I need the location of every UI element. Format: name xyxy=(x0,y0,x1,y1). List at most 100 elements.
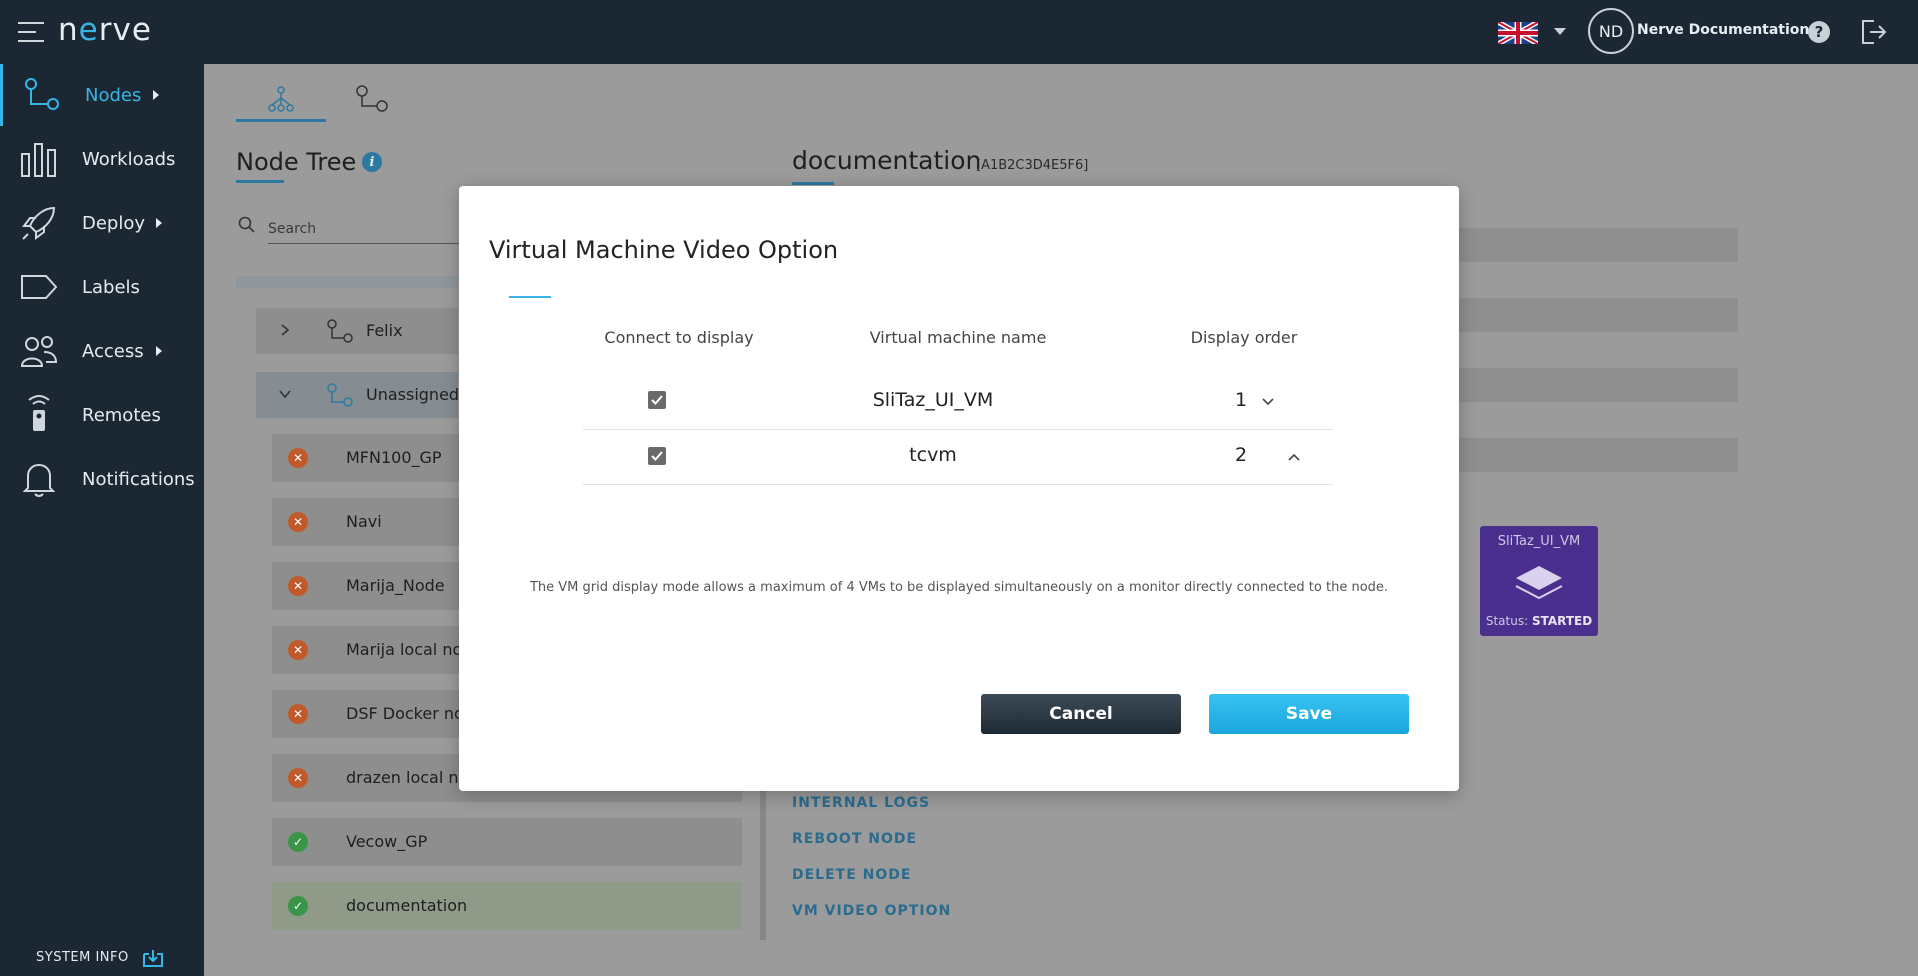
access-icon xyxy=(20,336,58,367)
error-status-icon: ✕ xyxy=(288,768,308,788)
sidebar-item-label: Notifications xyxy=(82,468,195,490)
connect-checkbox[interactable] xyxy=(648,447,666,465)
help-icon[interactable]: ? xyxy=(1808,21,1830,43)
tree-item-label: Unassigned xyxy=(366,385,460,404)
page-title: Node Tree xyxy=(236,148,357,176)
search-input[interactable] xyxy=(268,214,468,244)
chevron-right-icon xyxy=(153,90,159,100)
remotes-icon xyxy=(28,395,50,431)
username[interactable]: Nerve Documentation xyxy=(1637,22,1809,38)
sidebar-item-workloads[interactable]: Workloads xyxy=(0,128,204,190)
column-header-order: Display order xyxy=(1190,328,1298,347)
tab-node-view-icon[interactable] xyxy=(354,84,390,114)
avatar[interactable]: ND xyxy=(1588,8,1634,54)
vm-video-option-link[interactable]: VM VIDEO OPTION xyxy=(792,903,951,919)
sidebar-item-label: Remotes xyxy=(82,404,161,426)
error-status-icon: ✕ xyxy=(288,512,308,532)
node-label: Marija_Node xyxy=(346,576,445,595)
detail-title-underline xyxy=(792,182,834,185)
vm-video-option-dialog: Virtual Machine Video Option Connect to … xyxy=(459,186,1459,791)
deploy-icon xyxy=(22,206,56,240)
labels-icon xyxy=(21,275,58,299)
checkmark-icon xyxy=(651,451,663,461)
node-label: MFN100_GP xyxy=(346,448,442,467)
title-underline xyxy=(236,180,284,183)
language-dropdown-caret-icon[interactable] xyxy=(1554,28,1566,35)
nodes-icon xyxy=(327,383,353,407)
tree-item-unassigned[interactable]: Unassigned xyxy=(256,372,460,418)
error-status-icon: ✕ xyxy=(288,576,308,596)
tree-view-icon xyxy=(268,86,294,112)
chevron-down-icon[interactable] xyxy=(278,387,292,401)
error-status-icon: ✕ xyxy=(288,704,308,724)
chevron-right-icon xyxy=(156,218,162,228)
workloads-icon xyxy=(21,143,56,177)
nodes-icon xyxy=(25,78,59,110)
tree-item-felix[interactable]: Felix xyxy=(256,308,458,354)
sidebar-item-notifications[interactable]: Notifications xyxy=(0,448,204,510)
sidebar-item-label: Deploy xyxy=(82,212,146,234)
sidebar-item-remotes[interactable]: Remotes xyxy=(0,384,204,446)
vm-name: tcvm xyxy=(909,444,957,466)
chevron-up-icon[interactable] xyxy=(1287,452,1301,462)
vm-grid-note: The VM grid display mode allows a maximu… xyxy=(529,580,1389,595)
top-bar: nerve ND Nerve Documentation ? xyxy=(0,0,1918,64)
connect-checkbox[interactable] xyxy=(648,391,666,409)
tree-scroll-edge xyxy=(236,276,458,288)
dialog-title-underline xyxy=(509,296,551,298)
display-order-value: 2 xyxy=(1235,444,1248,466)
menu-icon[interactable] xyxy=(18,22,44,44)
display-order-value: 1 xyxy=(1235,389,1248,411)
checkmark-icon xyxy=(651,395,663,405)
united-kingdom-flag-icon[interactable] xyxy=(1498,22,1538,44)
vm-row: SliTaz_UI_VM 1 xyxy=(583,375,1333,430)
sidebar-item-label: Labels xyxy=(82,276,140,298)
bell-icon xyxy=(22,463,56,497)
error-status-icon: ✕ xyxy=(288,448,308,468)
sidebar-item-deploy[interactable]: Deploy xyxy=(0,192,204,254)
column-header-connect: Connect to display xyxy=(604,328,754,347)
node-item-selected[interactable]: ✓ documentation xyxy=(272,882,742,930)
internal-logs-link[interactable]: INTERNAL LOGS xyxy=(792,795,930,811)
vm-name: SliTaz_UI_VM xyxy=(872,389,994,411)
sidebar-item-access[interactable]: Access xyxy=(0,320,204,382)
tab-tree-view[interactable] xyxy=(236,78,326,122)
search-icon xyxy=(238,216,255,233)
cancel-button[interactable]: Cancel xyxy=(981,694,1181,734)
column-header-name: Virtual machine name xyxy=(869,328,1047,347)
vm-tile[interactable]: SliTaz_UI_VM Status: STARTED xyxy=(1480,526,1598,636)
info-icon[interactable]: i xyxy=(362,152,382,172)
nerve-logo[interactable]: nerve xyxy=(58,12,152,48)
system-info-link[interactable]: SYSTEM INFO xyxy=(36,950,129,965)
check-status-icon: ✓ xyxy=(288,896,308,916)
reboot-node-link[interactable]: REBOOT NODE xyxy=(792,831,917,847)
node-label: documentation xyxy=(346,896,468,915)
sidebar: Nodes Workloads Deploy Labels Access Rem… xyxy=(0,64,204,976)
vm-tile-name: SliTaz_UI_VM xyxy=(1497,534,1581,549)
nodes-icon xyxy=(327,319,353,343)
error-status-icon: ✕ xyxy=(288,640,308,660)
dialog-title: Virtual Machine Video Option xyxy=(489,236,839,264)
node-label: Vecow_GP xyxy=(346,832,428,851)
chevron-down-icon[interactable] xyxy=(1261,397,1275,407)
sidebar-item-nodes[interactable]: Nodes xyxy=(0,64,204,126)
node-item[interactable]: ✓ Vecow_GP xyxy=(272,818,742,866)
chevron-right-icon[interactable] xyxy=(278,323,292,337)
layers-icon xyxy=(1515,566,1563,600)
download-icon[interactable] xyxy=(142,948,164,968)
delete-node-link[interactable]: DELETE NODE xyxy=(792,867,911,883)
vm-tile-status: Status: STARTED xyxy=(1485,614,1593,628)
chevron-right-icon xyxy=(156,346,162,356)
sidebar-item-label: Nodes xyxy=(85,84,142,106)
save-button[interactable]: Save xyxy=(1209,694,1409,734)
node-detail-title: documentation xyxy=(792,146,982,175)
sidebar-item-label: Workloads xyxy=(82,148,176,170)
tree-item-label: Felix xyxy=(366,321,403,340)
node-label: Navi xyxy=(346,512,382,531)
sidebar-item-labels[interactable]: Labels xyxy=(0,256,204,318)
node-serial-id: [A1B2C3D4E5F6] xyxy=(976,158,1089,173)
logout-icon[interactable] xyxy=(1858,17,1888,47)
sidebar-item-label: Access xyxy=(82,340,144,362)
vm-row: tcvm 2 xyxy=(583,430,1333,485)
check-status-icon: ✓ xyxy=(288,832,308,852)
